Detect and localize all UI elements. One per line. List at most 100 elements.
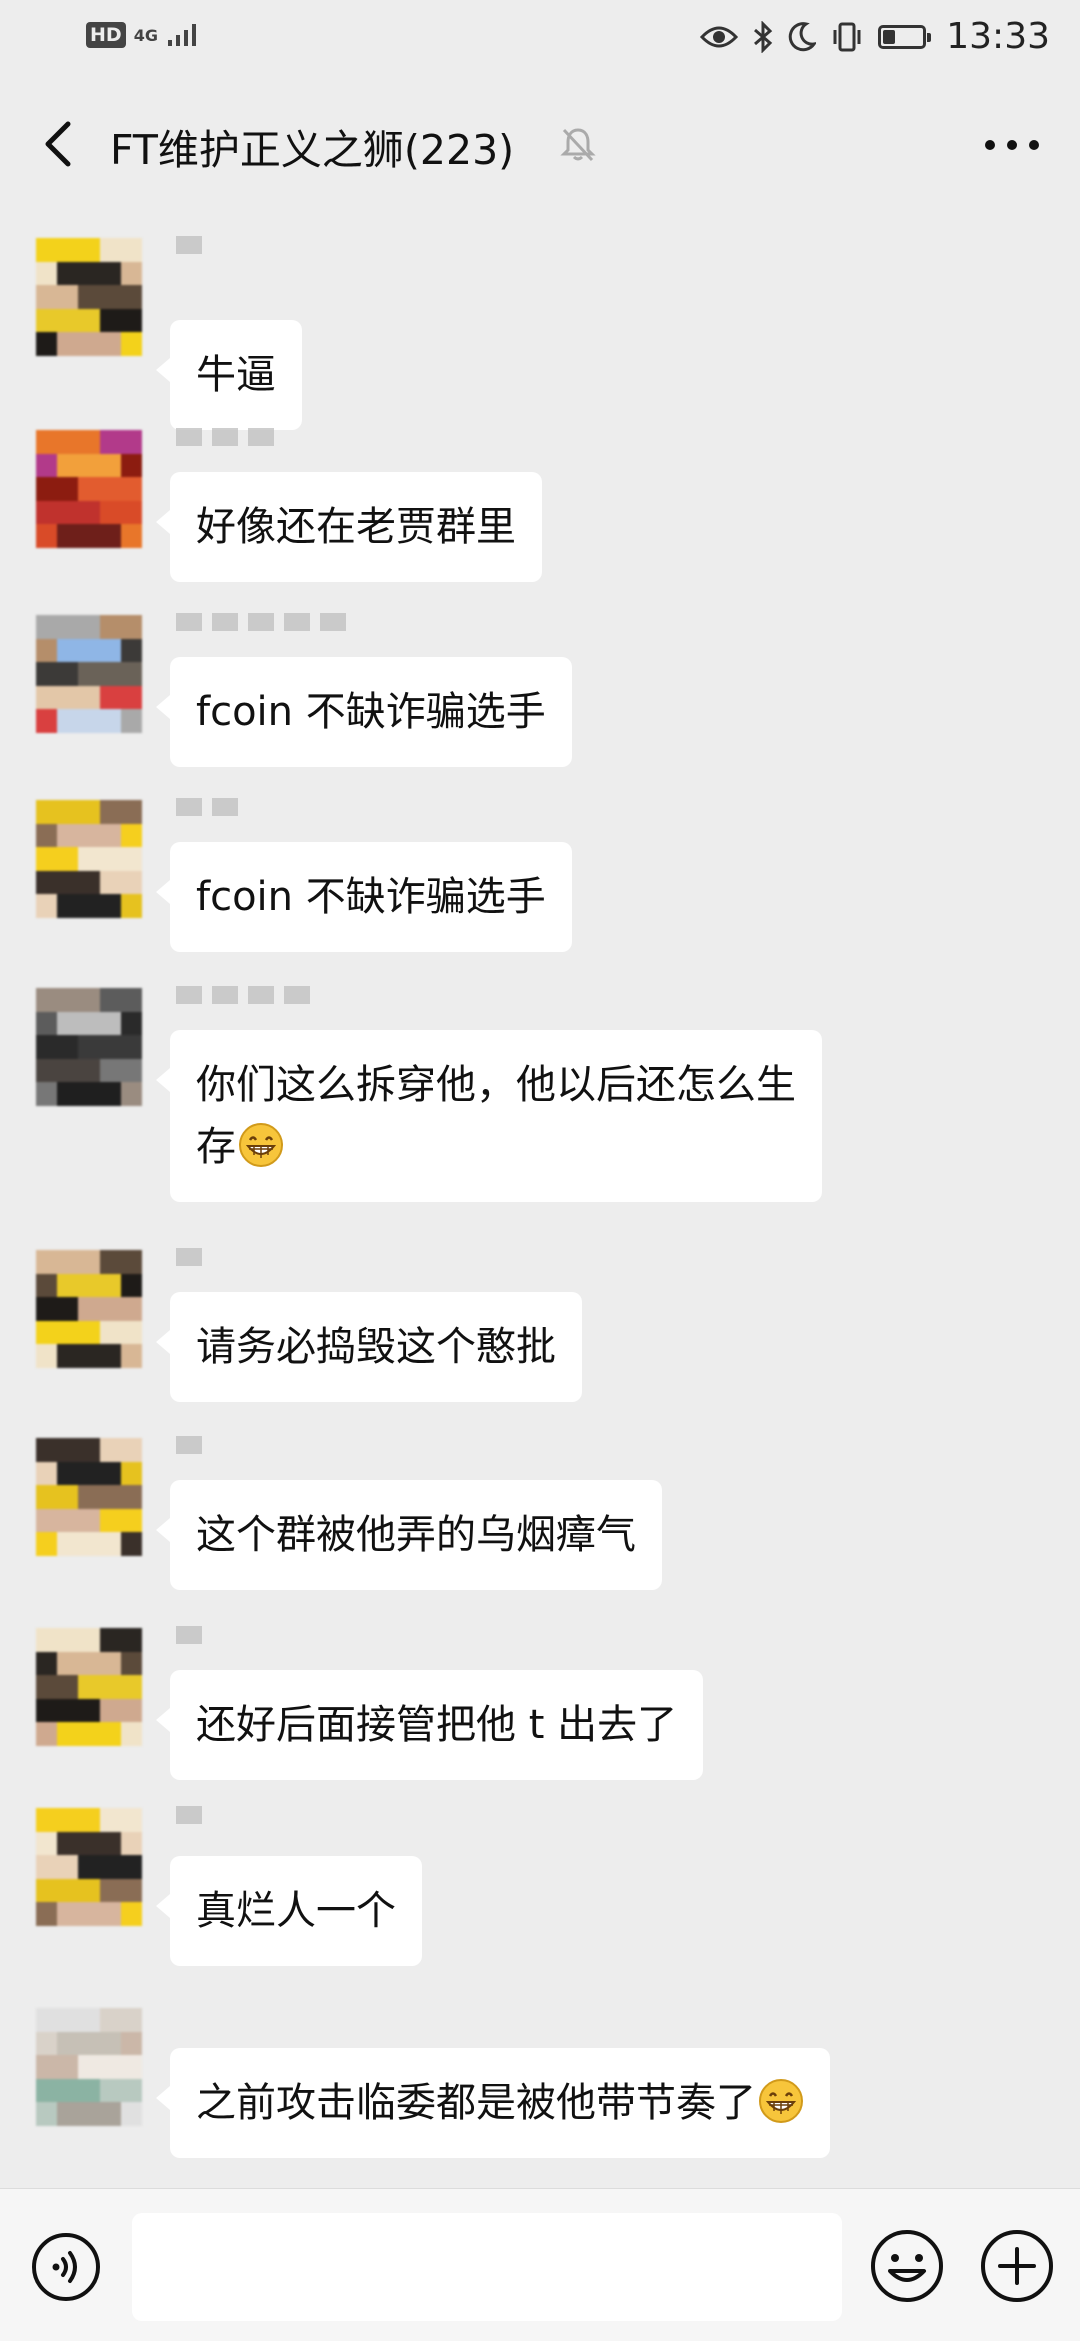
avatar-pixel xyxy=(57,1011,79,1036)
avatar-pixel xyxy=(120,1438,142,1462)
hd-badge: HD xyxy=(86,22,126,48)
avatar[interactable] xyxy=(36,1808,142,1926)
avatar[interactable] xyxy=(36,1438,142,1556)
avatar-pixel xyxy=(120,1628,142,1652)
avatar-pixel xyxy=(57,1878,79,1903)
avatar-pixel xyxy=(57,453,79,478)
avatar-pixel xyxy=(57,988,79,1012)
avatar-pixel xyxy=(36,500,58,525)
more-dots-icon[interactable] xyxy=(980,120,1044,170)
emoji-icon[interactable] xyxy=(868,2227,946,2305)
message-bubble[interactable]: 你们这么拆穿他，他以后还怎么生 存 xyxy=(156,1030,822,1202)
avatar-pixel xyxy=(78,332,100,356)
message-input[interactable] xyxy=(132,2213,842,2321)
avatar-pixel xyxy=(99,285,121,309)
avatar[interactable] xyxy=(36,430,142,548)
avatar-pixel xyxy=(78,1532,100,1556)
avatar-pixel xyxy=(99,2078,121,2103)
avatar-pixel xyxy=(120,800,142,824)
avatar-pixel xyxy=(78,1438,100,1462)
avatar-pixel xyxy=(99,800,121,824)
avatar[interactable] xyxy=(36,1628,142,1746)
avatar-pixel xyxy=(36,870,58,895)
avatar-pixel xyxy=(99,2055,121,2079)
avatar[interactable] xyxy=(36,800,142,918)
avatar-pixel xyxy=(99,238,121,262)
avatar-pixel xyxy=(78,477,100,501)
avatar-pixel xyxy=(99,2008,121,2032)
input-bar xyxy=(0,2188,1080,2341)
avatar-pixel xyxy=(57,800,79,824)
avatar-pixel xyxy=(36,1675,58,1699)
signal-icon xyxy=(167,24,196,46)
avatar-pixel xyxy=(57,1831,79,1856)
message-bubble[interactable]: 好像还在老贾群里 xyxy=(156,472,542,582)
avatar-pixel xyxy=(120,1878,142,1903)
message-bubble[interactable]: 还好后面接管把他 t 出去了 xyxy=(155,1670,704,1780)
message-text: 之前攻击临委都是被他带节奏了 xyxy=(196,2080,756,2126)
avatar-pixel xyxy=(99,847,121,871)
battery-icon xyxy=(878,24,932,49)
avatar-pixel xyxy=(120,1082,142,1106)
grin-emoji-icon xyxy=(759,2079,803,2123)
avatar[interactable] xyxy=(36,988,142,1106)
avatar[interactable] xyxy=(36,1250,142,1368)
chat-header: FT维护正义之狮(223) xyxy=(0,90,1080,200)
avatar-pixel xyxy=(78,500,100,525)
avatar-pixel xyxy=(57,1651,79,1676)
avatar-pixel xyxy=(99,1628,121,1652)
avatar[interactable] xyxy=(36,2008,142,2126)
avatar-pixel xyxy=(36,2055,58,2079)
avatar-pixel xyxy=(99,1808,121,1832)
avatar-pixel xyxy=(36,308,58,333)
avatar-pixel xyxy=(99,332,121,356)
back-arrow-icon[interactable] xyxy=(28,112,92,176)
avatar-pixel xyxy=(78,823,100,848)
avatar-pixel xyxy=(99,662,121,686)
avatar-pixel xyxy=(36,1297,58,1321)
avatar-pixel xyxy=(36,261,58,286)
avatar-pixel xyxy=(36,823,58,848)
message-bubble[interactable]: 牛逼 xyxy=(156,320,302,430)
avatar-pixel xyxy=(99,1722,121,1746)
voice-icon[interactable] xyxy=(30,2231,102,2303)
avatar-pixel xyxy=(78,1011,100,1036)
message-bubble[interactable]: fcoin 不缺诈骗选手 xyxy=(156,842,572,952)
avatar-pixel xyxy=(78,847,100,871)
avatar-pixel xyxy=(57,1035,79,1059)
avatar[interactable] xyxy=(36,615,142,733)
message-bubble[interactable]: 请务必捣毁这个憨批 xyxy=(156,1292,582,1402)
avatar-pixel xyxy=(57,2055,79,2079)
message-line: 存 xyxy=(196,1124,236,1170)
sender-name xyxy=(176,1804,212,1838)
avatar-pixel xyxy=(36,2102,58,2126)
message-bubble[interactable]: fcoin 不缺诈骗选手 xyxy=(156,657,572,767)
avatar-pixel xyxy=(57,524,79,548)
avatar-pixel xyxy=(36,524,58,548)
avatar-pixel xyxy=(57,1320,79,1345)
message-bubble[interactable]: 真烂人一个 xyxy=(156,1856,422,1966)
avatar-pixel xyxy=(120,1297,142,1321)
avatar-pixel xyxy=(120,261,142,286)
avatar-pixel xyxy=(57,1855,79,1879)
avatar-pixel xyxy=(78,430,100,454)
avatar-pixel xyxy=(36,1438,58,1462)
avatar-pixel xyxy=(36,1485,58,1509)
message-bubble[interactable]: 这个群被他弄的乌烟瘴气 xyxy=(156,1480,662,1590)
avatar-pixel xyxy=(36,1508,58,1533)
avatar-pixel xyxy=(120,308,142,333)
avatar-pixel xyxy=(99,894,121,918)
clock: 13:33 xyxy=(946,16,1050,57)
avatar-pixel xyxy=(57,430,79,454)
avatar-pixel xyxy=(57,1297,79,1321)
avatar-pixel xyxy=(57,847,79,871)
avatar-pixel xyxy=(99,1011,121,1036)
message-bubble[interactable]: 之前攻击临委都是被他带节奏了 xyxy=(156,2048,830,2158)
plus-icon[interactable] xyxy=(978,2227,1056,2305)
message-list[interactable]: 牛逼 好像还在老贾群里 fcoin 不缺诈骗选手 fcoin 不缺诈骗选手 你们… xyxy=(0,200,1080,2180)
avatar-pixel xyxy=(78,1035,100,1059)
avatar[interactable] xyxy=(36,238,142,356)
avatar-pixel xyxy=(78,1461,100,1486)
avatar-pixel xyxy=(78,1250,100,1274)
avatar-pixel xyxy=(36,1082,58,1106)
